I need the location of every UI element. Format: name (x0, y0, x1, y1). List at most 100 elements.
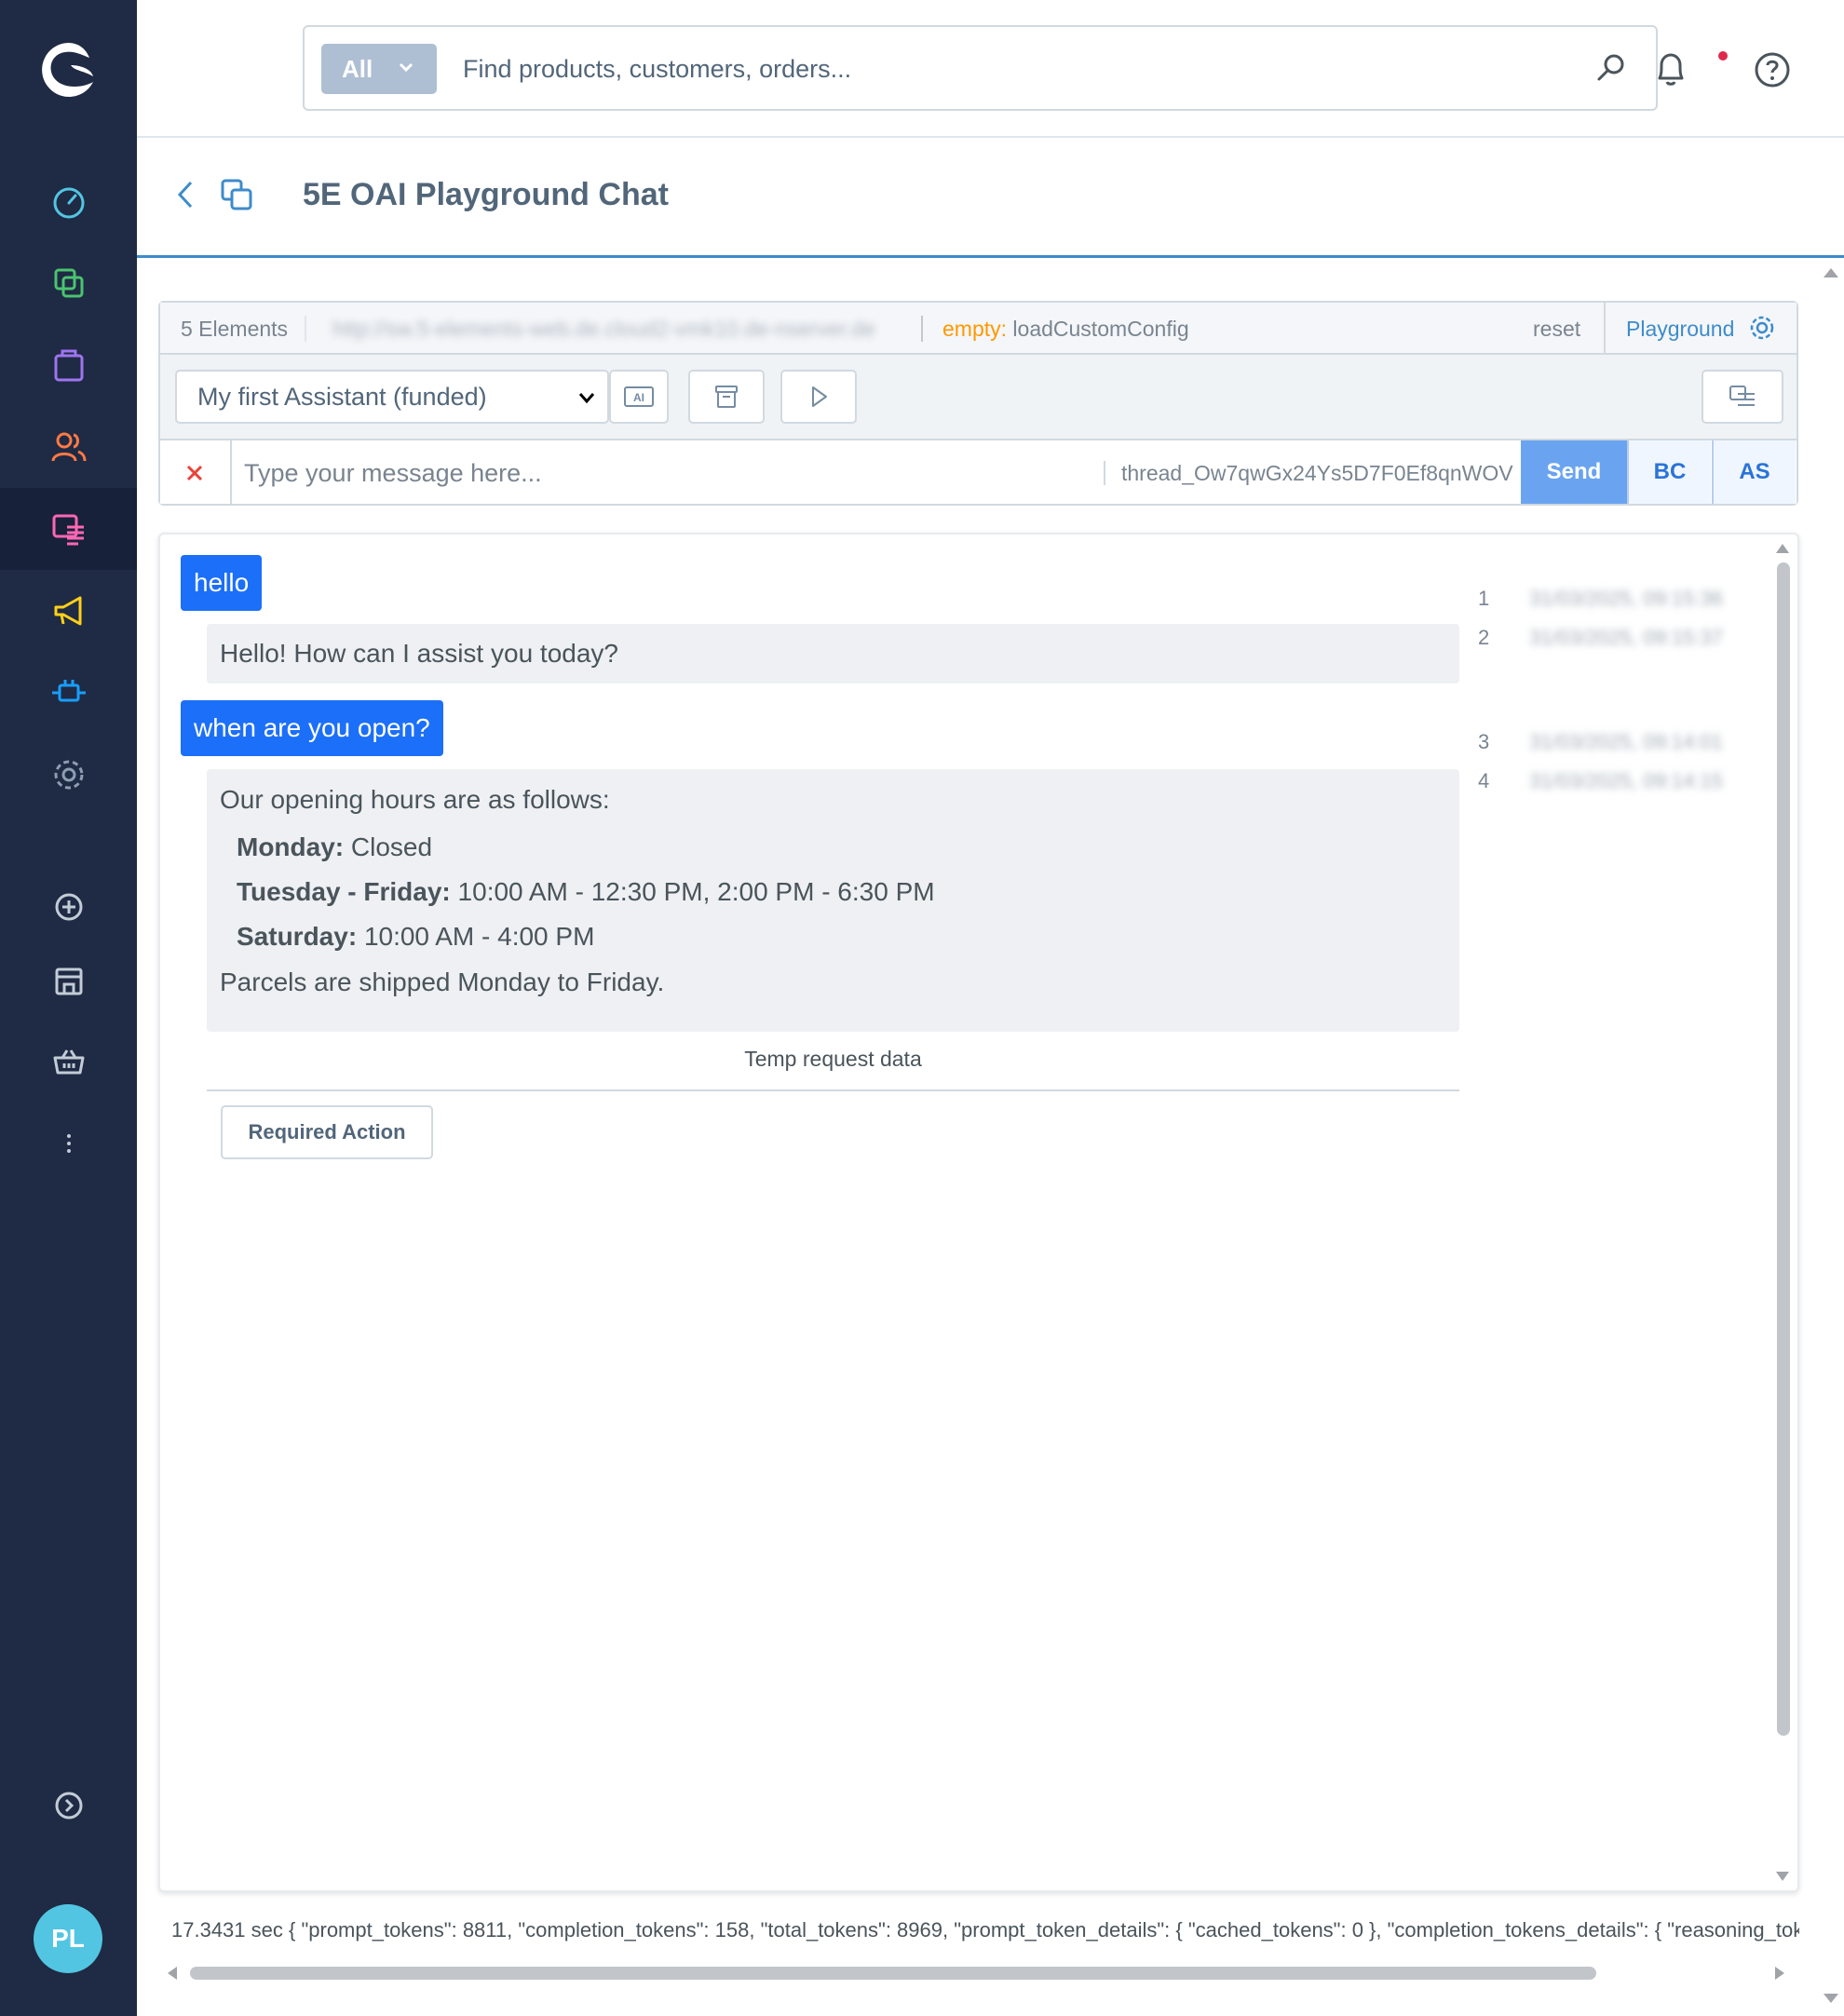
chat-window: hello Hello! How can I assist you today?… (158, 533, 1799, 1892)
horizontal-scrollbar[interactable] (158, 1959, 1799, 1987)
message-timestamp: 31/03/2025, 09:14:01 (1529, 730, 1723, 753)
message-timestamp: 31/03/2025, 09:15:36 (1529, 587, 1723, 610)
required-action-button[interactable]: Required Action (221, 1105, 433, 1159)
sidebar-item-add[interactable] (0, 866, 137, 948)
line-number: 3 (1478, 730, 1490, 753)
hours-time: 10:00 AM - 12:30 PM, 2:00 PM - 6:30 PM (457, 877, 935, 906)
token-usage-stats: 17.3431 sec { "prompt_tokens": 8811, "co… (171, 1918, 1799, 1942)
page-title: 5E OAI Playground Chat (303, 177, 669, 212)
user-message: when are you open? (181, 700, 443, 756)
config-name: loadCustomConfig (1012, 317, 1189, 341)
sidebar-item-extensions[interactable] (0, 652, 137, 734)
search-filter-dropdown[interactable]: All (321, 44, 437, 94)
gear-icon[interactable] (1748, 314, 1776, 342)
sidebar-item-settings[interactable] (0, 734, 137, 816)
sidebar-item-dashboard[interactable] (0, 160, 137, 242)
assistant-message: Our opening hours are as follows: Monday… (207, 769, 1459, 1032)
hours-day: Tuesday - Friday: (237, 877, 451, 906)
hours-line: Monday: Closed (220, 825, 1446, 870)
temp-request-label: Temp request data (744, 1047, 922, 1071)
sidebar-item-basket[interactable] (0, 1021, 137, 1103)
sidebar: PL (0, 0, 137, 2016)
horizontal-scrollbar-thumb[interactable] (190, 1967, 1596, 1980)
search-icon[interactable] (1594, 51, 1628, 85)
assistant-select-value: My first Assistant (funded) (197, 382, 487, 411)
assistant-select[interactable]: My first Assistant (funded) (175, 370, 609, 424)
assistant-message-outro: Parcels are shipped Monday to Friday. (220, 967, 665, 996)
assistant-message: Hello! How can I assist you today? (207, 624, 1459, 683)
config-state: empty: (942, 317, 1008, 341)
send-button[interactable]: Send (1521, 440, 1627, 504)
add-icon (55, 893, 82, 921)
dashboard-icon (53, 187, 84, 219)
help-icon[interactable] (1754, 51, 1791, 88)
sidebar-collapse-button[interactable] (0, 1765, 137, 1847)
thread-id: thread_Ow7qwGx24Ys5D7F0Ef8qnWOV (1121, 461, 1513, 485)
user-avatar[interactable]: PL (34, 1904, 102, 1973)
line-number: 1 (1478, 587, 1490, 610)
message-timestamp: 31/03/2025, 09:15:37 (1529, 626, 1723, 649)
archive-button[interactable] (688, 370, 765, 424)
close-icon[interactable] (181, 459, 209, 487)
page-header: 5E OAI Playground Chat (137, 138, 1844, 258)
ai-button[interactable]: AI (609, 370, 669, 424)
hours-day: Saturday: (237, 922, 358, 951)
shopware-logo-icon[interactable] (37, 39, 99, 101)
bc-button[interactable]: BC (1627, 440, 1711, 504)
notification-badge (1716, 49, 1729, 62)
log-panel-button[interactable] (1702, 370, 1783, 424)
run-button[interactable] (780, 370, 857, 424)
message-timestamp: 31/03/2025, 09:14:15 (1529, 769, 1723, 792)
scroll-up-arrow[interactable] (1776, 544, 1789, 553)
sidebar-item-customers[interactable] (0, 406, 137, 488)
hours-day: Monday: (237, 832, 345, 861)
top-header: All (137, 0, 1844, 138)
sidebar-item-more[interactable] (0, 1103, 137, 1184)
custom-config-status: empty: loadCustomConfig (942, 317, 1189, 342)
chevron-down-icon (578, 393, 595, 404)
as-button[interactable]: AS (1712, 440, 1796, 504)
basket-icon (53, 1049, 84, 1075)
message-input[interactable] (244, 452, 1250, 494)
sidebar-item-storefront[interactable] (0, 940, 137, 1022)
notification-bell-icon[interactable] (1650, 48, 1691, 89)
orders-icon (54, 349, 83, 382)
more-icon (66, 1134, 71, 1153)
assistant-message-intro: Our opening hours are as follows: (220, 785, 610, 814)
line-number: 2 (1478, 626, 1490, 649)
message-composer: thread_Ow7qwGx24Ys5D7F0Ef8qnWOV Send BC … (160, 439, 1797, 506)
reset-link[interactable]: reset (1533, 317, 1580, 342)
search-input[interactable] (463, 46, 1487, 92)
scroll-left-arrow[interactable] (168, 1967, 177, 1980)
info-row: 5 Elements http://sw.5-elements-web.de.c… (160, 303, 1797, 355)
back-arrow-icon[interactable] (172, 177, 198, 212)
duplicate-icon[interactable] (219, 177, 256, 212)
hours-line: Tuesday - Friday: 10:00 AM - 12:30 PM, 2… (220, 870, 1446, 914)
page-scroll-up-arrow[interactable] (1824, 268, 1838, 277)
collapse-icon (55, 1792, 82, 1820)
svg-text:AI: AI (633, 391, 644, 404)
chat-scrollbar-thumb[interactable] (1777, 562, 1790, 1736)
line-number: 4 (1478, 769, 1490, 792)
chevron-down-icon (399, 62, 414, 73)
list-panel-icon (1729, 386, 1755, 406)
divider (207, 1089, 1459, 1091)
storefront-icon (55, 967, 82, 995)
scroll-right-arrow[interactable] (1775, 1967, 1784, 1980)
extensions-icon (51, 680, 86, 702)
divider (921, 316, 923, 342)
sidebar-item-marketing[interactable] (0, 570, 137, 652)
scroll-down-arrow[interactable] (1776, 1872, 1789, 1881)
page-scroll-down-arrow[interactable] (1824, 1994, 1838, 2003)
sidebar-item-catalogues[interactable] (0, 242, 137, 324)
playground-link[interactable]: Playground (1626, 317, 1734, 342)
divider (230, 440, 232, 506)
hours-time: 10:00 AM - 4:00 PM (363, 922, 595, 951)
server-url: http://sw.5-elements-web.de.cloud2-vmk10… (332, 317, 875, 341)
sidebar-item-content[interactable] (0, 488, 137, 570)
archive-icon (715, 386, 738, 408)
sidebar-item-orders[interactable] (0, 324, 137, 406)
settings-icon (54, 760, 83, 790)
user-message: hello (181, 555, 263, 611)
divider (1604, 303, 1606, 353)
